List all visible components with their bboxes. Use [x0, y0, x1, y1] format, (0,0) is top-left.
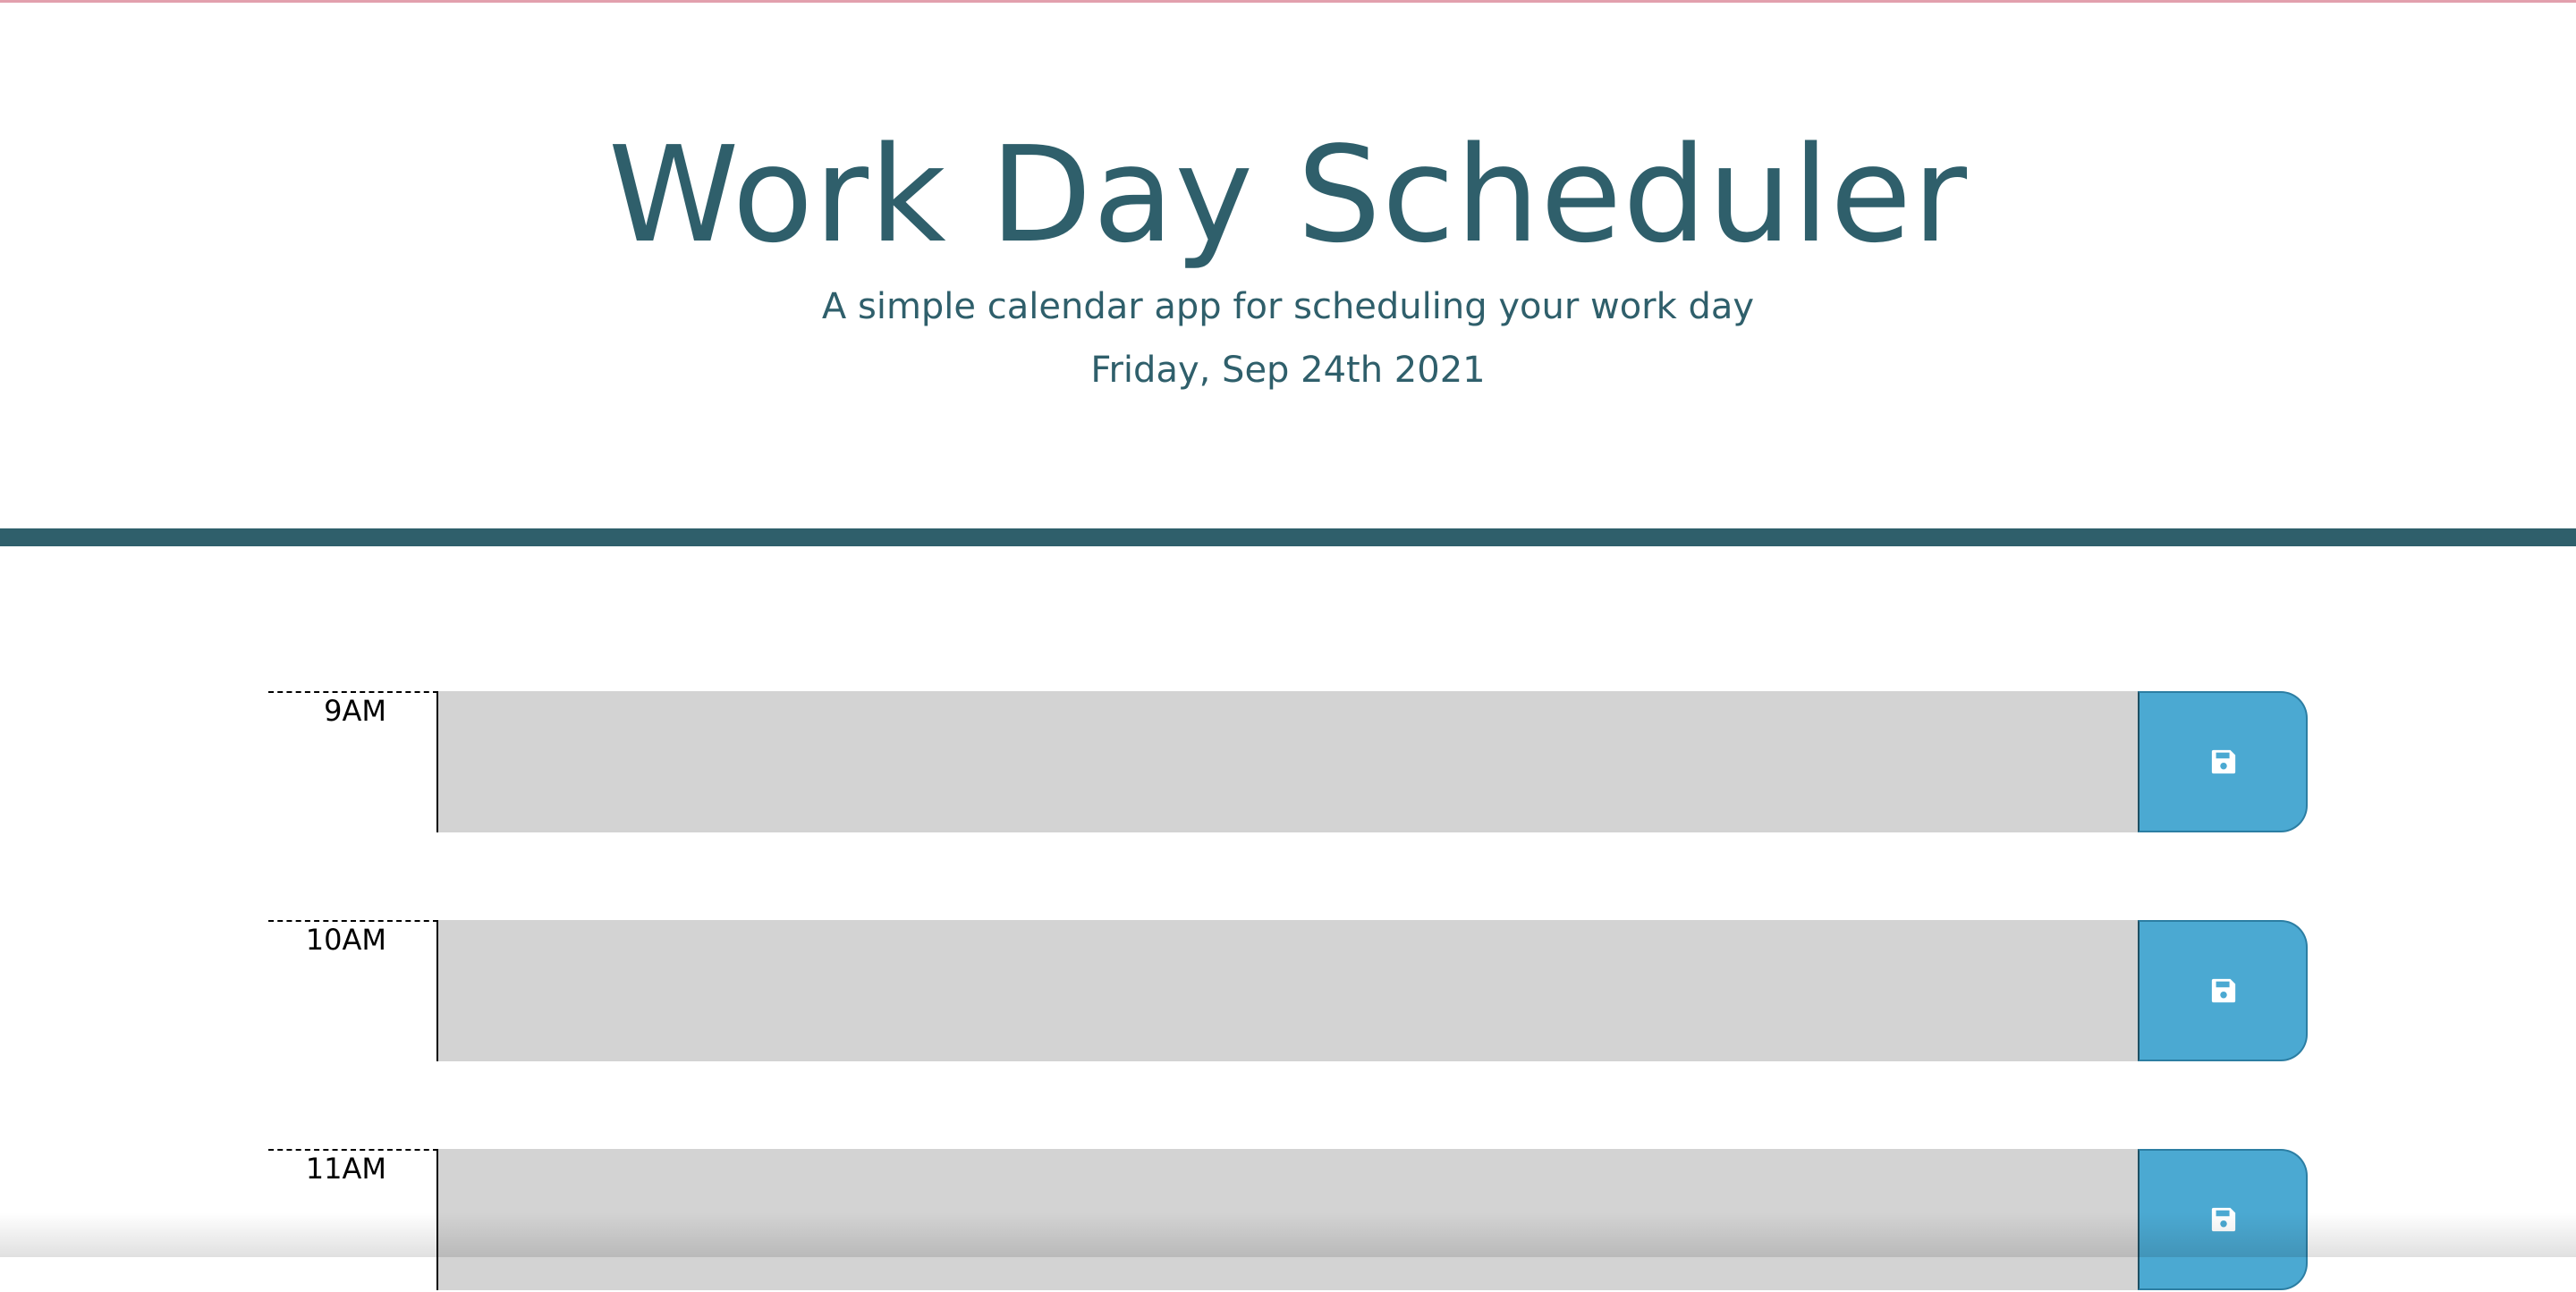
page-subtitle: A simple calendar app for scheduling you…: [821, 286, 1755, 327]
time-block: 9AM: [268, 691, 2308, 834]
save-button[interactable]: [2138, 691, 2308, 832]
save-icon: [2211, 1207, 2236, 1232]
hour-label: 9AM: [268, 691, 438, 832]
event-input[interactable]: [438, 920, 2140, 1061]
event-input[interactable]: [438, 1149, 2140, 1290]
header-divider: [0, 528, 2576, 546]
current-day: Friday, Sep 24th 2021: [1090, 350, 1486, 391]
header: Work Day Scheduler A simple calendar app…: [0, 3, 2576, 528]
save-icon: [2211, 749, 2236, 774]
page-title: Work Day Scheduler: [607, 118, 1969, 272]
time-block: 11AM: [268, 1149, 2308, 1292]
save-button[interactable]: [2138, 1149, 2308, 1290]
save-button[interactable]: [2138, 920, 2308, 1061]
save-icon: [2211, 978, 2236, 1003]
hour-label: 10AM: [268, 920, 438, 1061]
event-input[interactable]: [438, 691, 2140, 832]
hour-label: 11AM: [268, 1149, 438, 1290]
time-block: 10AM: [268, 920, 2308, 1063]
